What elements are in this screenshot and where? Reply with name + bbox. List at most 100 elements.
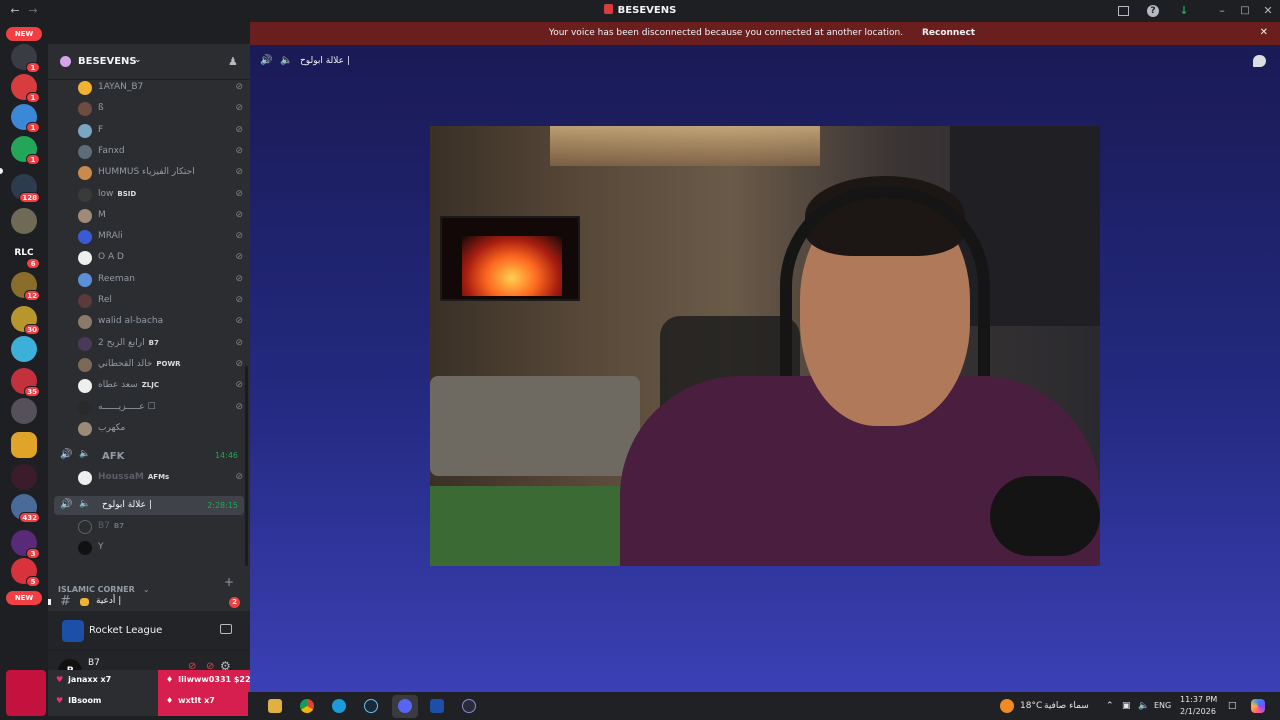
chevron-up-icon[interactable]: ⌃ [1106,701,1114,711]
avatar [78,123,92,138]
inbox-icon[interactable] [1118,6,1129,16]
voice-member[interactable]: M ⊘ [78,207,243,225]
file-explorer-icon[interactable] [268,699,282,713]
notification-icon[interactable]: □ [1228,701,1237,711]
voice-member[interactable]: Reeman ⊘ [78,271,243,289]
copilot-icon[interactable] [1251,699,1265,713]
server-icon[interactable] [11,336,37,362]
steam-icon[interactable] [364,699,378,713]
server-icon[interactable]: 35 [11,368,40,397]
avatar [78,187,92,202]
muted-icon: ⊘ [235,295,243,305]
muted-icon: ⊘ [235,167,243,178]
muted-icon: ⊘ [235,273,243,284]
close-window-icon[interactable]: ✕ [1261,4,1275,18]
voice-member[interactable]: ß ⊘ [78,100,243,118]
voice-member[interactable]: عـــــزيــــــه ☐ ⊘ [78,399,243,417]
maximize-icon[interactable]: □ [1238,4,1252,18]
server-icon[interactable] [11,208,37,234]
rocket-league-icon [62,620,84,642]
reconnect-button[interactable]: Reconnect [916,26,981,40]
avatar [78,336,92,351]
member-name: Reeman [98,273,135,284]
voice-member[interactable]: MRAli ⊘ [78,228,243,246]
help-icon[interactable]: ? [1147,5,1159,17]
voice-member[interactable]: 1AYAN_B7 ⊘ [78,79,243,97]
text-channel[interactable]: # أدعية | 2 [48,593,244,611]
voice-member[interactable]: F ⊘ [78,122,243,140]
clock-time[interactable]: 11:37 PM [1180,695,1217,704]
server-icon[interactable]: 1 [11,44,40,73]
server-header[interactable]: BESEVENS ⌄ ♟ [48,44,250,80]
voice-member[interactable]: B7 B7 [78,518,243,536]
close-banner-icon[interactable]: ✕ [1260,27,1268,38]
disconnect-banner: Your voice has been disconnected because… [250,22,1280,45]
hands-emoji-icon [80,598,89,606]
avatar [78,102,92,117]
server-icon[interactable] [11,398,37,424]
voice-member[interactable]: Rel ⊘ [78,292,243,310]
server-icon[interactable] [11,432,37,458]
activity-panel[interactable]: Rocket League [48,611,250,651]
minimize-icon[interactable]: – [1215,4,1229,18]
clock-date[interactable]: 2/1/2026 [1180,707,1216,716]
add-member-icon[interactable]: ♟ [228,55,238,68]
voice-member[interactable]: HUMMUS احتكار الفيزياء ⊘ [78,164,243,182]
muted-icon: ⊘ [235,188,243,199]
dm-icon[interactable]: 1 [11,74,40,103]
voice-member[interactable]: خالد القحطاني POWR ⊘ [78,356,243,374]
server-icon[interactable] [11,464,37,490]
voice-channel-active[interactable]: 🔊 🔈 علالة ابولوح | 2:28:15 [54,496,244,515]
voice-member[interactable]: ارابع الزبح 2 B7 ⊘ [78,335,243,353]
stream-video[interactable] [430,126,1100,566]
chrome-icon[interactable] [300,699,314,713]
voice-member[interactable]: Y [78,539,243,557]
sidebar-scrollbar[interactable] [245,366,248,566]
speaker-tray-icon[interactable]: 🔈 [1138,701,1149,711]
member-tag: BSID [117,189,137,198]
avatar [78,294,92,308]
download-icon[interactable]: ↓ [1177,4,1191,18]
muted-icon: ⊘ [235,380,243,391]
microphone [990,476,1100,556]
edge-icon[interactable] [332,699,346,713]
muted-icon: ⊘ [235,252,243,263]
member-name: MRAli [98,231,123,242]
network-icon[interactable]: ▣ [1122,701,1131,711]
weather-temp[interactable]: 18°C [1020,701,1042,711]
server-icon[interactable]: 12 [11,272,40,301]
voice-member[interactable]: HoussaM AFMs ⊘ [78,469,243,487]
avatar [78,471,92,485]
server-icon[interactable]: 3 [11,530,40,559]
voice-member[interactable]: low BSID ⊘ [78,186,243,204]
chat-bubble-icon[interactable] [1253,55,1266,67]
avatar [78,357,92,372]
unread-pill [48,599,51,605]
weather-text[interactable]: سماء صافية [1044,701,1089,711]
voice-channel-afk[interactable]: 🔊 🔈 AFK 14:46 [54,447,244,465]
server-icon[interactable]: 128 [11,174,40,203]
dm-icon[interactable]: 1 [11,104,40,133]
language-indicator[interactable]: ENG [1154,701,1171,710]
channel-name: علالة ابولوح | [102,500,152,510]
voice-member[interactable]: walid al-bacha ⊘ [78,313,243,331]
discord-taskbar-active[interactable] [392,695,418,718]
server-icon[interactable]: 432 [11,494,40,523]
voice-member[interactable]: Fanxd ⊘ [78,143,243,161]
dm-icon[interactable]: 1 [11,136,40,165]
voice-member[interactable]: O A D ⊘ [78,249,243,267]
app-logo-icon [603,4,613,14]
voice-member[interactable]: مكهرب [78,420,243,438]
voice-member[interactable]: سعد عطاه ZLJC ⊘ [78,377,243,395]
screen-share-icon[interactable] [220,624,232,634]
add-channel-icon[interactable]: + [224,575,234,589]
server-icon[interactable]: 30 [11,306,40,335]
volume-icon: 🔈 [280,55,293,66]
server-icon[interactable]: 5 [11,558,40,587]
rocket-league-icon[interactable] [430,699,444,713]
app-icon[interactable] [462,699,476,713]
muted-icon: ⊘ [235,145,243,156]
muted-icon: ⊘ [235,401,243,412]
category-header[interactable]: ISLAMIC CORNER ⌄ + [58,575,244,594]
rlc-server-icon[interactable]: RLC 6 [11,240,40,269]
